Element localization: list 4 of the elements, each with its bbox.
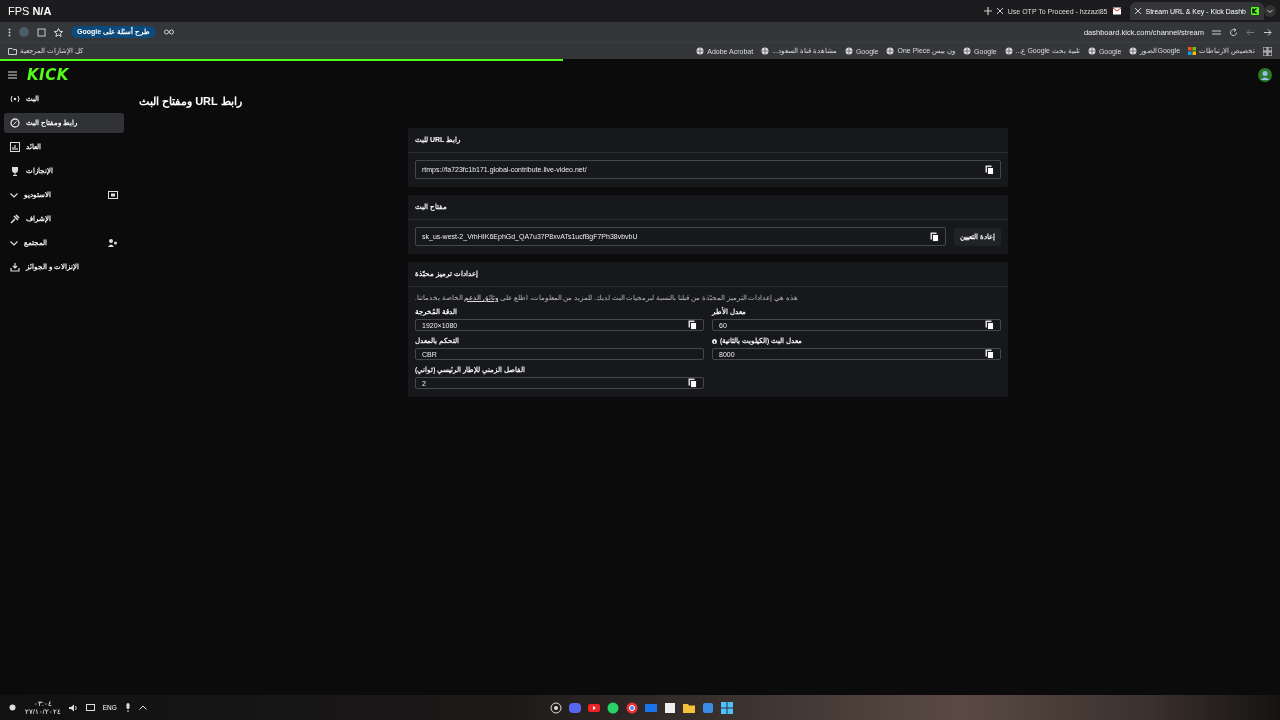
kick-logo[interactable]: KICK: [27, 66, 69, 84]
page-title: رابط URL ومفتاح البث: [139, 95, 243, 108]
fps-label: FPS: [8, 5, 30, 17]
fps-value: N/A: [32, 5, 52, 17]
